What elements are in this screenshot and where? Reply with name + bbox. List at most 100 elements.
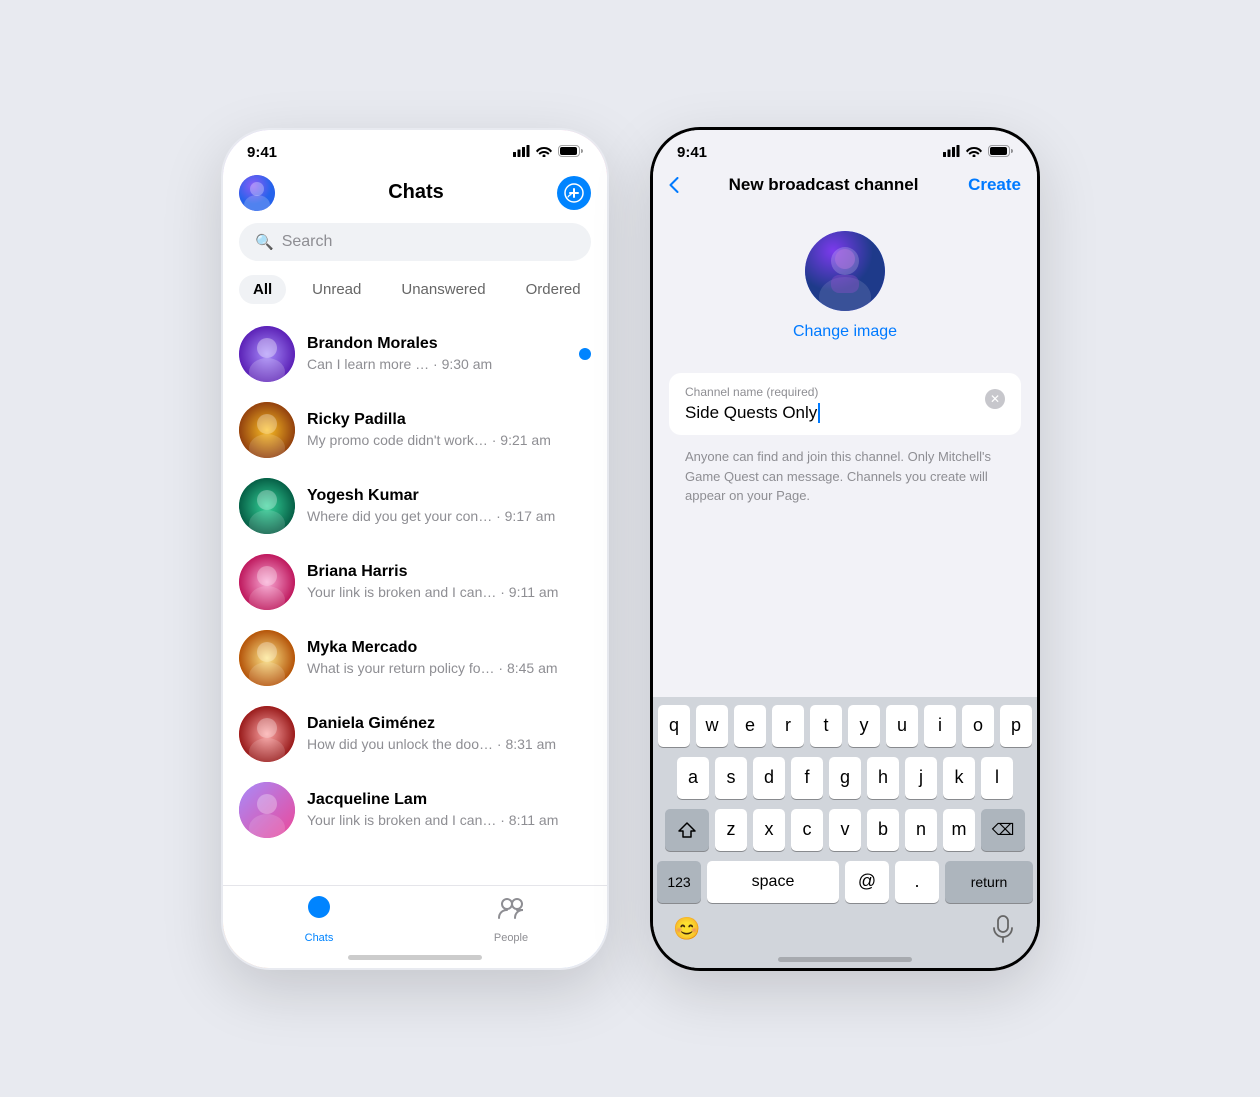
chat-info-daniela: Daniela Giménez How did you unlock the d… — [307, 715, 591, 752]
key-g[interactable]: g — [829, 757, 861, 799]
input-value: Side Quests Only — [685, 403, 985, 424]
key-a[interactable]: a — [677, 757, 709, 799]
nav-title: New broadcast channel — [729, 175, 919, 195]
key-z[interactable]: z — [715, 809, 747, 851]
emoji-button[interactable]: 😊 — [665, 907, 709, 951]
key-i[interactable]: i — [924, 705, 956, 747]
chat-item-yogesh[interactable]: Yogesh Kumar Where did you get your con…… — [223, 468, 607, 544]
key-d[interactable]: d — [753, 757, 785, 799]
status-bar-left: 9:41 — [223, 130, 607, 167]
people-tab-icon — [497, 894, 525, 929]
key-h[interactable]: h — [867, 757, 899, 799]
tab-people[interactable]: People — [415, 894, 607, 944]
chat-item-brandon[interactable]: Brandon Morales Can I learn more … · 9:3… — [223, 316, 607, 392]
avatar-myka — [239, 630, 295, 686]
chat-item-myka[interactable]: Myka Mercado What is your return policy … — [223, 620, 607, 696]
chat-item-briana[interactable]: Briana Harris Your link is broken and I … — [223, 544, 607, 620]
key-c[interactable]: c — [791, 809, 823, 851]
chat-info-brandon: Brandon Morales Can I learn more … · 9:3… — [307, 335, 567, 372]
key-w[interactable]: w — [696, 705, 728, 747]
key-n[interactable]: n — [905, 809, 937, 851]
avatar-yogesh — [239, 478, 295, 534]
key-o[interactable]: o — [962, 705, 994, 747]
chat-preview-daniela: How did you unlock the doo… · 8:31 am — [307, 736, 591, 752]
filter-ordered[interactable]: Ordered — [512, 275, 595, 304]
time-left: 9:41 — [247, 144, 277, 161]
channel-setup: Change image — [653, 207, 1037, 373]
keyboard-row-3: z x c v b n m ⌫ — [657, 809, 1033, 851]
chat-item-jacqueline[interactable]: Jacqueline Lam Your link is broken and I… — [223, 772, 607, 848]
key-v[interactable]: v — [829, 809, 861, 851]
unread-dot-brandon — [579, 348, 591, 360]
chat-preview-ricky: My promo code didn't work… · 9:21 am — [307, 432, 591, 448]
avatar-brandon — [239, 326, 295, 382]
chat-item-ricky[interactable]: Ricky Padilla My promo code didn't work…… — [223, 392, 607, 468]
chat-name-ricky: Ricky Padilla — [307, 411, 591, 429]
key-p[interactable]: p — [1000, 705, 1032, 747]
search-bar[interactable]: 🔍 Search — [239, 223, 591, 261]
chat-preview-jacqueline: Your link is broken and I can… · 8:11 am — [307, 812, 591, 828]
chat-item-daniela[interactable]: Daniela Giménez How did you unlock the d… — [223, 696, 607, 772]
keyboard-icon-row: 😊 — [657, 907, 1033, 951]
keyboard-row-4: 123 space @ . return — [657, 861, 1033, 903]
people-tab-label: People — [494, 932, 528, 944]
key-x[interactable]: x — [753, 809, 785, 851]
chat-list: Brandon Morales Can I learn more … · 9:3… — [223, 316, 607, 968]
filter-all[interactable]: All — [239, 275, 286, 304]
nav-bar: New broadcast channel Create — [653, 167, 1037, 207]
key-l[interactable]: l — [981, 757, 1013, 799]
change-image-button[interactable]: Change image — [793, 323, 897, 341]
key-delete[interactable]: ⌫ — [981, 809, 1025, 851]
key-123[interactable]: 123 — [657, 861, 701, 903]
chat-info-yogesh: Yogesh Kumar Where did you get your con…… — [307, 487, 591, 524]
search-placeholder: Search — [282, 233, 333, 251]
keyboard-row-1: q w e r t y u i o p — [657, 705, 1033, 747]
key-q[interactable]: q — [658, 705, 690, 747]
chat-name-myka: Myka Mercado — [307, 639, 591, 657]
avatar-ricky — [239, 402, 295, 458]
key-return[interactable]: return — [945, 861, 1033, 903]
key-e[interactable]: e — [734, 705, 766, 747]
battery-icon-left — [558, 144, 583, 161]
avatar-briana — [239, 554, 295, 610]
chat-preview-brandon: Can I learn more … · 9:30 am — [307, 356, 567, 372]
mic-button[interactable] — [981, 907, 1025, 951]
key-j[interactable]: j — [905, 757, 937, 799]
key-r[interactable]: r — [772, 705, 804, 747]
avatar-daniela — [239, 706, 295, 762]
chat-name-jacqueline: Jacqueline Lam — [307, 791, 591, 809]
chat-name-brandon: Brandon Morales — [307, 335, 567, 353]
new-chat-button[interactable] — [557, 176, 591, 210]
channel-avatar[interactable] — [805, 231, 885, 311]
right-phone: 9:41 — [650, 127, 1040, 971]
key-y[interactable]: y — [848, 705, 880, 747]
channel-name-input[interactable]: Channel name (required) Side Quests Only… — [669, 373, 1021, 436]
time-right: 9:41 — [677, 144, 707, 161]
search-icon: 🔍 — [255, 233, 274, 251]
chat-name-daniela: Daniela Giménez — [307, 715, 591, 733]
filter-unanswered[interactable]: Unanswered — [387, 275, 499, 304]
chat-name-briana: Briana Harris — [307, 563, 591, 581]
key-k[interactable]: k — [943, 757, 975, 799]
key-period[interactable]: . — [895, 861, 939, 903]
input-label: Channel name (required) — [685, 385, 985, 399]
key-u[interactable]: u — [886, 705, 918, 747]
key-space[interactable]: space — [707, 861, 839, 903]
filter-tabs: All Unread Unanswered Ordered — [223, 271, 607, 316]
tab-chats[interactable]: Chats — [223, 894, 415, 944]
key-t[interactable]: t — [810, 705, 842, 747]
clear-input-button[interactable]: ✕ — [985, 389, 1005, 409]
battery-icon-right — [988, 144, 1013, 161]
key-s[interactable]: s — [715, 757, 747, 799]
back-button[interactable] — [669, 177, 679, 193]
avatar-jacqueline — [239, 782, 295, 838]
filter-unread[interactable]: Unread — [298, 275, 375, 304]
key-b[interactable]: b — [867, 809, 899, 851]
key-f[interactable]: f — [791, 757, 823, 799]
key-at[interactable]: @ — [845, 861, 889, 903]
key-m[interactable]: m — [943, 809, 975, 851]
chats-tab-icon — [305, 894, 333, 929]
key-shift[interactable] — [665, 809, 709, 851]
user-avatar[interactable] — [239, 175, 275, 211]
create-button[interactable]: Create — [968, 175, 1021, 195]
